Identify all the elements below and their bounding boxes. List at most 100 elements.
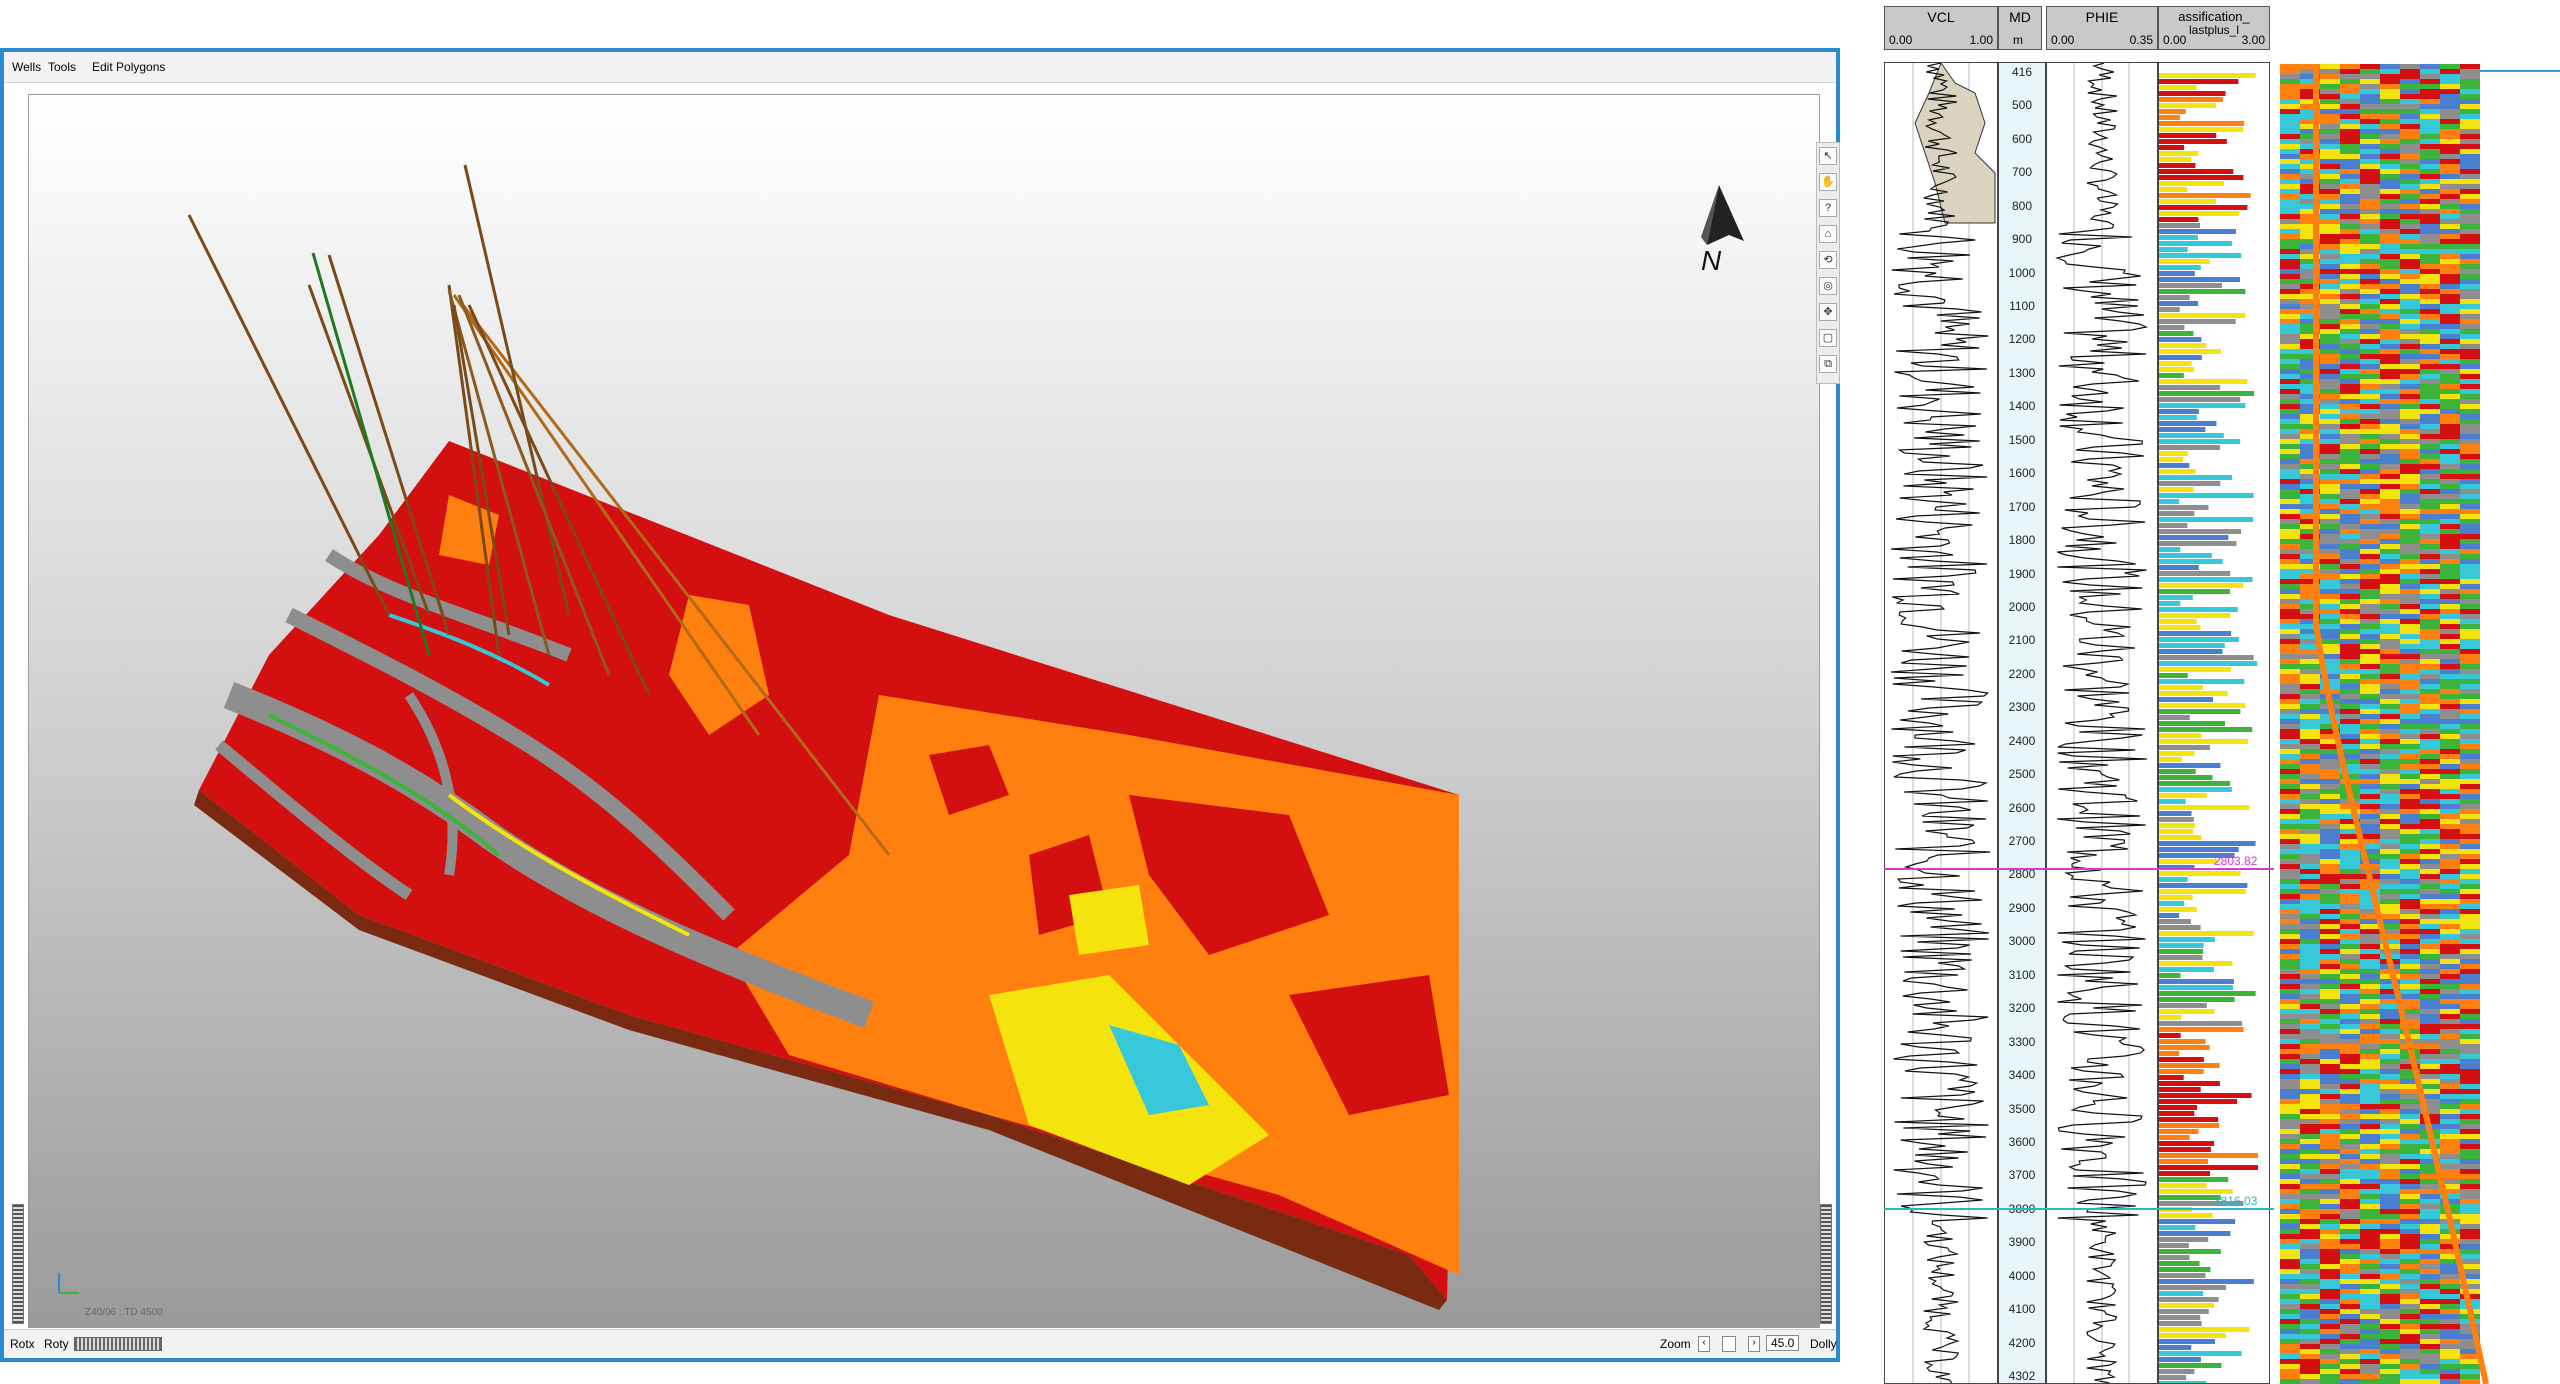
section-cell (2340, 944, 2360, 949)
section-cell (2400, 1254, 2420, 1259)
section-cell (2460, 484, 2480, 489)
section-cell (2320, 484, 2340, 489)
depth-label: 4302 (2008, 1369, 2036, 1383)
section-cell (2380, 1379, 2400, 1384)
section-cell (2300, 984, 2320, 989)
section-cell (2400, 499, 2420, 504)
facies-bar (2159, 121, 2245, 126)
section-cell (2420, 349, 2440, 354)
log-header-md[interactable]: MD m (1998, 6, 2042, 50)
section-cell (2380, 764, 2400, 769)
section-cell (2420, 299, 2440, 304)
section-cell (2280, 1184, 2300, 1189)
section-cell (2380, 1104, 2400, 1109)
section-cell (2380, 609, 2400, 614)
home-icon[interactable]: ⌂ (1819, 225, 1837, 243)
section-cell (2400, 829, 2420, 834)
section-cell (2400, 799, 2420, 804)
section-cell (2320, 124, 2340, 129)
section-cell (2380, 1269, 2400, 1274)
section-cell (2460, 234, 2480, 239)
facies-bar (2159, 211, 2240, 216)
section-cell (2300, 929, 2320, 934)
section-cell (2400, 1104, 2420, 1109)
log-header-phie[interactable]: PHIE 0.00 0.35 (2046, 6, 2158, 50)
section-cell (2380, 719, 2400, 724)
zoom-icon[interactable]: ◎ (1819, 277, 1837, 295)
pan-icon[interactable]: ✋ (1819, 173, 1837, 191)
section-cell (2380, 1309, 2400, 1314)
section-cell (2460, 519, 2480, 524)
section-cell (2280, 974, 2300, 979)
section-cell (2400, 1204, 2420, 1209)
right-wheel-slider[interactable] (1820, 1204, 1832, 1324)
section-cell (2360, 544, 2380, 549)
facies-bar (2159, 1033, 2181, 1038)
menu-item-edit-polygons[interactable]: Edit Polygons (92, 60, 165, 74)
save-view-icon[interactable]: ⧉ (1819, 355, 1837, 373)
section-cell (2360, 104, 2380, 109)
facies-bar (2159, 1309, 2209, 1314)
facies-bar (2159, 1255, 2190, 1260)
zoom-increase-button[interactable]: › (1748, 1336, 1760, 1352)
section-cell (2380, 269, 2400, 274)
pointer-icon[interactable]: ↖ (1819, 147, 1837, 165)
section-cell (2460, 229, 2480, 234)
section-cell (2340, 544, 2360, 549)
section-cell (2320, 884, 2340, 889)
3d-canvas[interactable]: N Z40/06 : TD 4500 (28, 94, 1820, 1328)
section-cell (2320, 1094, 2340, 1099)
section-cell (2400, 234, 2420, 239)
section-cell (2280, 884, 2300, 889)
section-cell (2460, 1179, 2480, 1184)
section-cell (2300, 684, 2320, 689)
track-classification (2158, 62, 2270, 1384)
section-cell (2440, 649, 2460, 654)
section-cell (2340, 964, 2360, 969)
facies-bar (2159, 181, 2224, 186)
section-cell (2460, 249, 2480, 254)
section-cell (2340, 1109, 2360, 1114)
section-cell (2400, 129, 2420, 134)
section-cell (2360, 1304, 2380, 1309)
section-cell (2380, 904, 2400, 909)
section-cell (2320, 794, 2340, 799)
section-cell (2440, 1009, 2460, 1014)
section-cell (2300, 1344, 2320, 1349)
section-cell (2280, 1134, 2300, 1139)
left-wheel-slider[interactable] (12, 1204, 24, 1324)
zoom-track[interactable] (1722, 1336, 1736, 1352)
zoom-decrease-button[interactable]: ‹ (1698, 1336, 1710, 1352)
section-cell (2400, 239, 2420, 244)
well-log-panel: VCL 0.00 1.00 MD m PHIE 0.00 0.35 assifi… (1884, 6, 2274, 1384)
log-header-vcl[interactable]: VCL 0.00 1.00 (1884, 6, 1998, 50)
section-cell (2300, 779, 2320, 784)
depth-label: 1200 (2008, 332, 2036, 347)
section-cell (2440, 1339, 2460, 1344)
log-header-classification[interactable]: assification_ lastplus_l 0.00 3.00 (2158, 6, 2270, 50)
move-icon[interactable]: ✥ (1819, 303, 1837, 321)
section-cell (2380, 814, 2400, 819)
section-cell (2400, 504, 2420, 509)
facies-bar (2159, 793, 2207, 798)
section-cell (2420, 229, 2440, 234)
zoom-value[interactable]: 45.0 (1766, 1335, 1800, 1351)
rotate-icon[interactable]: ⟲ (1819, 251, 1837, 269)
query-icon[interactable]: ? (1819, 199, 1837, 217)
section-cell (2460, 654, 2480, 659)
section-cell (2440, 124, 2460, 129)
menu-item-tools[interactable]: Tools (48, 60, 76, 74)
section-cell (2280, 879, 2300, 884)
roty-wheel[interactable] (74, 1337, 162, 1351)
section-cell (2440, 779, 2460, 784)
section-cell (2380, 69, 2400, 74)
select-icon[interactable]: ▢ (1819, 329, 1837, 347)
section-cell (2280, 984, 2300, 989)
depth-label: 700 (2011, 165, 2033, 180)
section-cell (2420, 1299, 2440, 1304)
menu-item-wells[interactable]: Wells (12, 60, 41, 74)
section-cell (2460, 459, 2480, 464)
section-cell (2440, 829, 2460, 834)
section-cell (2400, 1219, 2420, 1224)
section-cell (2320, 869, 2340, 874)
